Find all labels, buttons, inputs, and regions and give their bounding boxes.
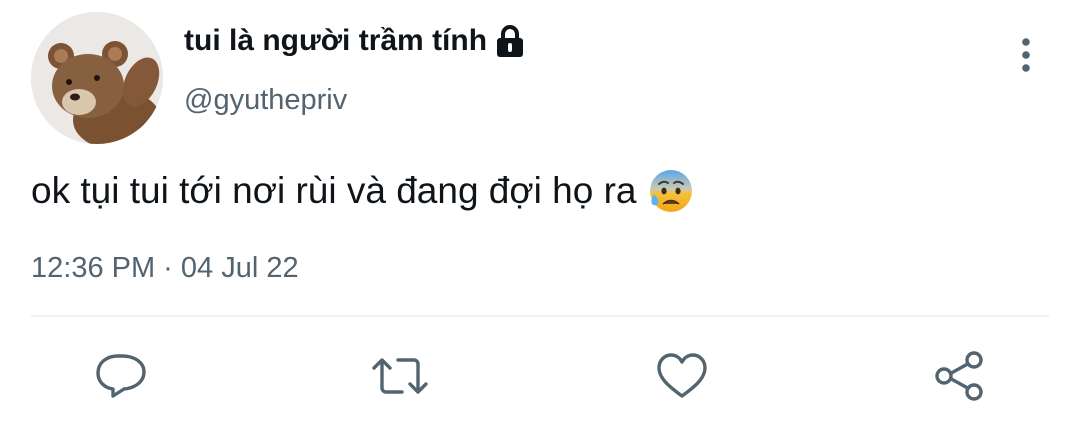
more-vertical-icon[interactable]	[1006, 34, 1046, 74]
tweet-text-content: ok tụi tui tới nơi rùi và đang đợi họ ra	[31, 170, 637, 211]
retweet-icon	[372, 358, 428, 394]
teddy-bear-avatar	[31, 12, 163, 144]
tweet-timestamp[interactable]: 12:36 PM · 04 Jul 22	[31, 252, 299, 285]
reply-icon	[96, 354, 146, 398]
divider	[31, 315, 1049, 317]
author-display-name[interactable]: tui là người trầm tính	[184, 24, 525, 58]
heart-icon	[657, 353, 707, 398]
tweet-card: tui là người trầm tính @gyuthepriv ok tụ…	[0, 0, 1080, 438]
retweet-button[interactable]	[370, 350, 428, 402]
author-handle[interactable]: @gyuthepriv	[184, 84, 347, 117]
display-name-text: tui là người trầm tính	[184, 24, 488, 57]
tweet-text: ok tụi tui tới nơi rùi và đang đợi họ ra	[31, 168, 694, 214]
share-button[interactable]	[932, 350, 988, 402]
share-icon	[935, 351, 983, 401]
reply-button[interactable]	[94, 350, 150, 402]
avatar[interactable]	[31, 12, 163, 144]
anxious-face-with-sweat-emoji	[648, 168, 694, 214]
like-button[interactable]	[654, 350, 710, 402]
lock-icon	[495, 24, 525, 58]
